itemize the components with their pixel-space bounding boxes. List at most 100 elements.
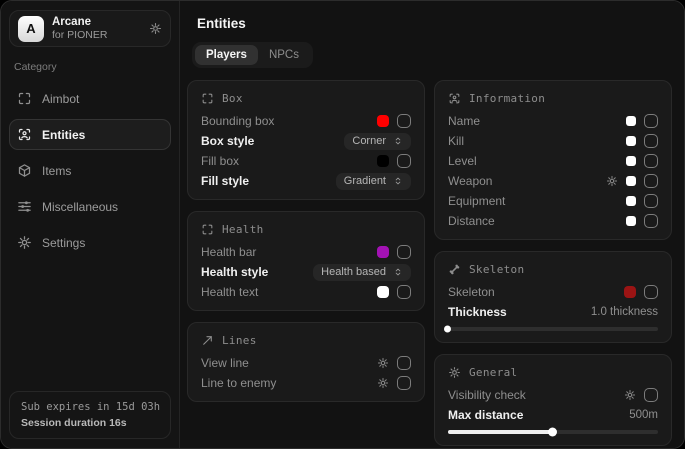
sidebar-item-miscellaneous[interactable]: Miscellaneous <box>9 191 171 222</box>
setting-row-visibility-check: Visibility check <box>448 388 658 402</box>
sidebar-item-label: Items <box>42 164 71 178</box>
checkbox[interactable] <box>397 285 411 299</box>
setting-label: Fill box <box>201 154 239 168</box>
sidebar-item-label: Aimbot <box>42 92 79 106</box>
checkbox[interactable] <box>644 388 658 402</box>
person-scan-icon <box>17 127 32 142</box>
setting-row-kill: Kill <box>448 134 658 148</box>
dropdown-value: Health based <box>321 267 386 278</box>
dropdown-value: Corner <box>352 136 386 147</box>
setting-row-box-style: Box style Corner <box>201 134 411 148</box>
health-style-dropdown[interactable]: Health based <box>313 264 411 281</box>
panel-box: Box Bounding box Box style <box>187 80 425 200</box>
setting-row-fill-style: Fill style Gradient <box>201 174 411 188</box>
color-swatch[interactable] <box>624 286 636 298</box>
sun-icon <box>448 366 461 379</box>
tab-npcs[interactable]: NPCs <box>258 45 310 65</box>
corner-brackets-icon <box>201 223 214 236</box>
checkbox[interactable] <box>397 154 411 168</box>
slider-thumb[interactable] <box>548 428 557 437</box>
setting-label: Distance <box>448 214 495 228</box>
slider-value: 1.0 thickness <box>591 306 658 318</box>
sidebar-item-items[interactable]: Items <box>9 155 171 186</box>
color-swatch[interactable] <box>377 246 389 258</box>
sidebar-item-settings[interactable]: Settings <box>9 227 171 258</box>
checkbox[interactable] <box>644 285 658 299</box>
slider-thumb[interactable] <box>444 326 451 333</box>
unfold-icon <box>393 136 403 146</box>
color-swatch[interactable] <box>377 155 389 167</box>
checkbox[interactable] <box>644 114 658 128</box>
sidebar-item-label: Settings <box>42 236 85 250</box>
color-swatch[interactable] <box>626 196 636 206</box>
sidebar-item-entities[interactable]: Entities <box>9 119 171 150</box>
setting-label: Health style <box>201 265 268 279</box>
sidebar-item-aimbot[interactable]: Aimbot <box>9 83 171 114</box>
setting-label: Visibility check <box>448 388 526 402</box>
crosshair-icon <box>17 91 32 106</box>
setting-label: Weapon <box>448 174 492 188</box>
panel-general: General Visibility check Max distance <box>434 354 672 446</box>
checkbox[interactable] <box>644 174 658 188</box>
brand-card: A Arcane for PIONER <box>9 10 171 47</box>
setting-row-distance: Distance <box>448 214 658 228</box>
panel-title: Box <box>222 92 243 105</box>
setting-row-bounding-box: Bounding box <box>201 114 411 128</box>
setting-row-equipment: Equipment <box>448 194 658 208</box>
panel-title: Information <box>469 92 545 105</box>
setting-row-fill-box: Fill box <box>201 154 411 168</box>
checkbox[interactable] <box>397 114 411 128</box>
color-swatch[interactable] <box>626 136 636 146</box>
unfold-icon <box>393 176 403 186</box>
setting-label: Skeleton <box>448 285 495 299</box>
checkbox[interactable] <box>397 376 411 390</box>
gear-icon[interactable] <box>377 357 389 369</box>
setting-label: Fill style <box>201 174 249 188</box>
sliders-icon <box>17 199 32 214</box>
setting-label: Thickness <box>448 305 507 319</box>
color-swatch[interactable] <box>377 286 389 298</box>
setting-label: Name <box>448 114 480 128</box>
color-swatch[interactable] <box>626 216 636 226</box>
gear-icon[interactable] <box>377 377 389 389</box>
fill-style-dropdown[interactable]: Gradient <box>336 173 411 190</box>
setting-label: Equipment <box>448 194 505 208</box>
panel-title: Lines <box>222 334 257 347</box>
color-swatch[interactable] <box>626 116 636 126</box>
setting-row-health-bar: Health bar <box>201 245 411 259</box>
box-style-dropdown[interactable]: Corner <box>344 133 411 150</box>
setting-row-thickness: Thickness 1.0 thickness <box>448 305 658 319</box>
setting-label: View line <box>201 356 249 370</box>
checkbox[interactable] <box>644 134 658 148</box>
gear-icon[interactable] <box>624 389 636 401</box>
thickness-slider[interactable] <box>448 327 658 331</box>
brand-subtitle: for PIONER <box>52 29 141 41</box>
setting-label: Health text <box>201 285 258 299</box>
main-content: Entities Players NPCs Box Bounding box <box>180 1 684 448</box>
setting-row-line-to-enemy: Line to enemy <box>201 376 411 390</box>
max-distance-slider[interactable] <box>448 430 658 434</box>
panel-skeleton: Skeleton Skeleton Thickness 1.0 t <box>434 251 672 343</box>
setting-label: Health bar <box>201 245 256 259</box>
checkbox[interactable] <box>397 245 411 259</box>
app-window: A Arcane for PIONER Category Aimbot Enti… <box>0 0 685 449</box>
checkbox[interactable] <box>397 356 411 370</box>
tab-players[interactable]: Players <box>195 45 258 65</box>
gear-icon[interactable] <box>149 22 162 35</box>
checkbox[interactable] <box>644 194 658 208</box>
brand-name: Arcane <box>52 16 141 29</box>
gear-icon <box>17 235 32 250</box>
color-swatch[interactable] <box>626 176 636 186</box>
color-swatch[interactable] <box>377 115 389 127</box>
checkbox[interactable] <box>644 154 658 168</box>
corner-brackets-icon <box>201 92 214 105</box>
sidebar-item-label: Miscellaneous <box>42 200 118 214</box>
sidebar: A Arcane for PIONER Category Aimbot Enti… <box>1 1 180 448</box>
setting-label: Max distance <box>448 408 523 422</box>
category-label: Category <box>14 61 171 73</box>
gear-icon[interactable] <box>606 175 618 187</box>
setting-row-health-text: Health text <box>201 285 411 299</box>
setting-row-health-style: Health style Health based <box>201 265 411 279</box>
color-swatch[interactable] <box>626 156 636 166</box>
checkbox[interactable] <box>644 214 658 228</box>
